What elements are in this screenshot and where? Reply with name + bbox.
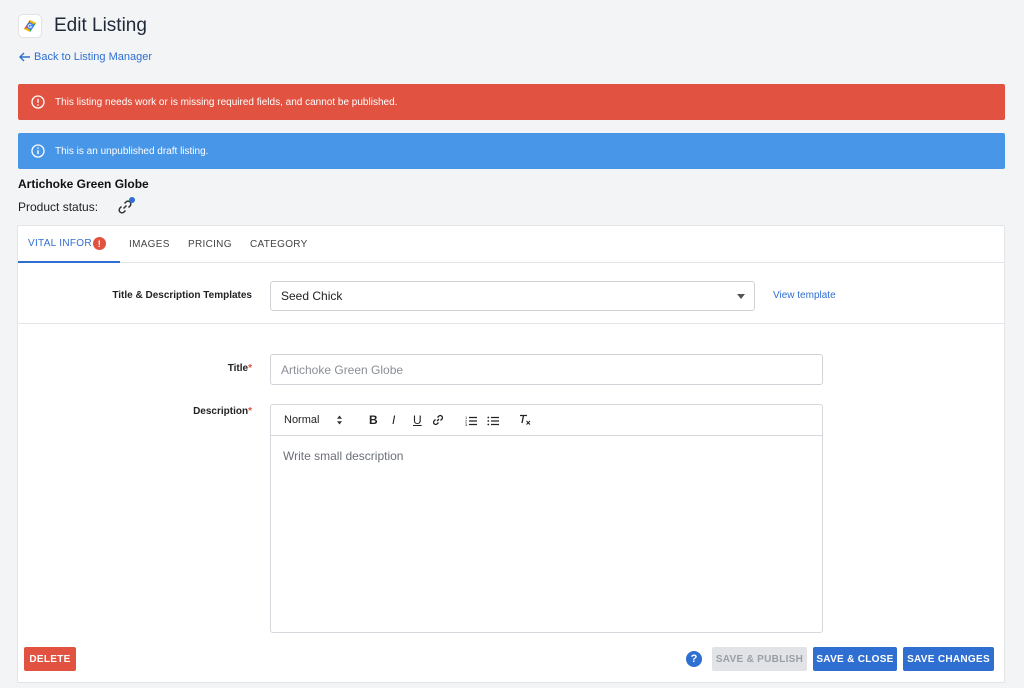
insert-link-button[interactable]: [432, 413, 444, 427]
save-and-close-button[interactable]: SAVE & CLOSE: [813, 647, 897, 671]
section-divider: [18, 323, 1004, 324]
required-mark: *: [248, 363, 252, 374]
tab-bar: VITAL INFOR ! IMAGES PRICING CATEGORY: [18, 226, 1004, 263]
tab-pricing-label: PRICING: [188, 239, 232, 250]
editor-toolbar: Normal B I U 1 2 3: [271, 405, 822, 436]
description-text-area[interactable]: Write small description: [271, 436, 822, 476]
app-logo-icon: G: [18, 14, 42, 38]
caret-down-icon: [737, 294, 745, 299]
italic-button[interactable]: I: [392, 413, 395, 427]
clear-formatting-button[interactable]: [519, 413, 532, 427]
ordered-list-icon: 1 2 3: [465, 415, 477, 426]
tab-category-label: CATEGORY: [250, 239, 308, 250]
view-template-link[interactable]: View template: [773, 290, 836, 301]
description-editor: Normal B I U 1 2 3 Write small descripti…: [270, 404, 823, 633]
tab-warning-badge: !: [92, 237, 106, 250]
tab-vital-info-label: VITAL INFOR: [28, 238, 92, 249]
required-mark: *: [248, 406, 252, 417]
link-status-icon[interactable]: [116, 197, 136, 216]
up-down-caret-icon: [337, 415, 343, 425]
save-changes-button[interactable]: SAVE CHANGES: [903, 647, 994, 671]
tab-pricing[interactable]: PRICING: [188, 226, 232, 263]
templates-label: Title & Description Templates: [112, 290, 252, 301]
svg-text:3: 3: [465, 422, 468, 426]
error-alert-text: This listing needs work or is missing re…: [55, 96, 398, 108]
bullet-list-icon: [487, 416, 499, 425]
link-icon: [433, 415, 443, 425]
format-select-value: Normal: [284, 414, 320, 426]
template-select[interactable]: Seed Chick: [270, 281, 755, 311]
description-label: Description*: [168, 406, 252, 417]
template-select-value: Seed Chick: [281, 289, 343, 303]
help-icon[interactable]: ?: [686, 651, 702, 667]
delete-button[interactable]: DELETE: [24, 647, 76, 671]
info-alert-text: This is an unpublished draft listing.: [55, 145, 209, 157]
bullet-list-button[interactable]: [487, 413, 500, 427]
description-label-text: Description: [193, 406, 249, 417]
info-alert: This is an unpublished draft listing.: [18, 133, 1005, 169]
back-link-label: Back to Listing Manager: [34, 51, 153, 63]
ordered-list-button[interactable]: 1 2 3: [465, 413, 478, 427]
bold-button[interactable]: B: [369, 413, 378, 427]
title-input[interactable]: [270, 354, 823, 385]
save-and-publish-button: SAVE & PUBLISH: [712, 647, 807, 671]
alert-circle-icon: [31, 95, 45, 109]
svg-text:G: G: [28, 24, 32, 30]
clear-format-icon: [520, 414, 531, 425]
underline-button[interactable]: U: [413, 413, 422, 427]
arrow-left-icon: [19, 52, 30, 62]
title-label: Title*: [168, 363, 252, 374]
product-name: Artichoke Green Globe: [18, 177, 149, 191]
status-dot: [129, 197, 136, 203]
tab-vital-info[interactable]: VITAL INFOR !: [18, 226, 120, 263]
tab-images[interactable]: IMAGES: [129, 226, 170, 263]
product-status-label: Product status:: [18, 200, 99, 214]
tab-images-label: IMAGES: [129, 239, 170, 250]
listing-form-card: VITAL INFOR ! IMAGES PRICING CATEGORY Ti…: [17, 225, 1005, 683]
page-title: Edit Listing: [54, 15, 147, 36]
tab-category[interactable]: CATEGORY: [250, 226, 308, 263]
title-label-text: Title: [227, 363, 249, 374]
format-select[interactable]: Normal: [284, 413, 343, 427]
back-to-listing-manager-link[interactable]: Back to Listing Manager: [19, 51, 152, 63]
info-circle-icon: [31, 144, 45, 158]
page-header: G Edit Listing: [18, 14, 147, 38]
error-alert: This listing needs work or is missing re…: [18, 84, 1005, 120]
product-status: Product status:: [18, 197, 136, 216]
